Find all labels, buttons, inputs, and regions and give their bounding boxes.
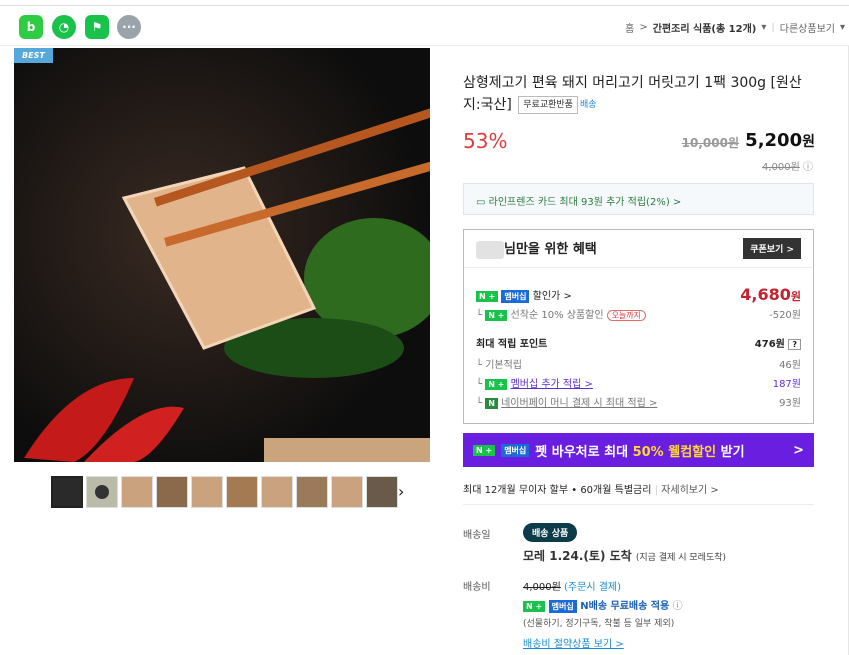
- card-icon: ▭: [476, 197, 489, 208]
- info-icon[interactable]: ⓘ: [803, 162, 813, 173]
- naverpay-icon: N: [485, 398, 498, 409]
- first-come-label: 선착순 10% 상품할인: [510, 310, 604, 321]
- blurred-username: [476, 240, 504, 259]
- delivery-badge: 배송 상품: [523, 523, 578, 542]
- installment-detail-link[interactable]: 자세히보기 >: [661, 485, 719, 496]
- chevron-down-icon[interactable]: ▾: [761, 22, 766, 33]
- n-delivery-badge: 배송: [579, 100, 597, 110]
- free-return-tag: 무료교환반품: [518, 96, 578, 114]
- sale-price-value: 5,200: [745, 130, 803, 151]
- shipping-saving-link[interactable]: 배송비 절약상품 보기 >: [523, 635, 624, 650]
- blog-icon[interactable]: b: [19, 15, 43, 39]
- breadcrumb: 홈 > 간편조리 식품(총 12개) ▾ | 다른상품보기 ▾: [625, 20, 845, 35]
- thumbnail[interactable]: [51, 476, 83, 508]
- sale-label[interactable]: 할인가 >: [533, 291, 572, 302]
- chevron-right-icon: >: [793, 442, 804, 458]
- membership-points-value: 187원: [772, 379, 801, 390]
- sale-price: 5,200원: [745, 130, 815, 151]
- nplus-icon: N +: [523, 601, 546, 612]
- membership-tag: 멤버십: [501, 443, 530, 457]
- first-come-value: -520원: [769, 310, 801, 321]
- help-icon[interactable]: ?: [788, 339, 801, 350]
- naverpay-points-link[interactable]: 네이버페이 머니 결제 시 최대 적립 >: [501, 398, 657, 409]
- membership-tag: 멤버십: [501, 289, 530, 303]
- video-thumbnail[interactable]: [86, 476, 118, 508]
- nplus-icon: N +: [473, 444, 496, 456]
- card-promo-text: 라인프렌즈 카드 최대 93원 추가 적립(2%) >: [488, 197, 682, 208]
- today-pill: 오늘까지: [606, 310, 647, 321]
- product-title: 삼형제고기 편육 돼지 머리고기 머릿고기 1팩 300g [원산지:국산] 무…: [463, 72, 815, 116]
- price-unit: 원: [802, 134, 815, 150]
- product-title-text: 삼형제고기 편육 돼지 머리고기 머릿고기 1팩 300g [원산지:국산]: [463, 75, 802, 113]
- installment-text: 최대 12개월 무이자 할부 • 60개월 특별금리: [463, 485, 652, 496]
- delivery-date-note: (지금 결제 시 모레도착): [635, 553, 727, 563]
- breadcrumb-home[interactable]: 홈: [625, 20, 634, 35]
- best-badge: BEST: [14, 48, 53, 63]
- free-delivery-row: N + 멤버십 N배송 무료배송 적용 ⓘ: [523, 597, 683, 613]
- thumbnail[interactable]: [296, 476, 328, 508]
- points-label: 최대 적립 포인트: [476, 339, 548, 350]
- banner-prefix: 펫 바우처로 최대: [535, 444, 633, 460]
- bookmark-icon[interactable]: ⚑: [85, 15, 109, 39]
- thumbnail[interactable]: [331, 476, 363, 508]
- nplus-icon: N +: [485, 379, 508, 390]
- nplus-icon: N +: [476, 290, 499, 302]
- sub-price: 4,000원 ⓘ: [762, 158, 813, 173]
- membership-tag: 멤버십: [548, 600, 577, 613]
- benefit-box: 님만을 위한 혜택 쿠폰보기 > N + 멤버십 할인가 >4,680원 └ N …: [463, 229, 814, 424]
- thumbnail[interactable]: [156, 476, 188, 508]
- cafe-icon[interactable]: ◔: [52, 15, 76, 39]
- benefit-sale-price: 4,680원: [740, 285, 801, 304]
- installment-info: 최대 12개월 무이자 할부 • 60개월 특별금리 | 자세히보기 >: [463, 485, 719, 496]
- info-icon[interactable]: ⓘ: [673, 601, 683, 612]
- benefit-title-text: 님만을 위한 혜택: [504, 242, 597, 258]
- basic-points-value: 46원: [779, 360, 801, 371]
- thumbnail[interactable]: [261, 476, 293, 508]
- delivery-fee-label: 배송비: [463, 582, 491, 593]
- thumbnail-strip: [51, 476, 398, 508]
- benefit-sale-unit: 원: [790, 290, 801, 303]
- chevron-down-icon[interactable]: ▾: [840, 22, 845, 33]
- top-bar: b ◔ ⚑ ··· 홈 > 간편조리 식품(총 12개) ▾ | 다른상품보기 …: [0, 0, 849, 46]
- original-price: 10,000원: [681, 136, 739, 150]
- delivery-fee: 4,000원 (주문시 결제): [523, 578, 621, 593]
- breadcrumb-separator: >: [639, 22, 648, 33]
- divider: [463, 504, 814, 505]
- basic-points-label: 기본적립: [485, 360, 523, 371]
- delivery-date-text: 모레 1.24.(토) 도착: [523, 549, 632, 563]
- pet-voucher-banner[interactable]: N + 멤버십 펫 바우처로 최대 50% 웰컴할인 받기 >: [463, 433, 814, 467]
- thumbnail[interactable]: [366, 476, 398, 508]
- naverpay-points-value: 93원: [779, 398, 801, 409]
- benefit-title: 님만을 위한 혜택: [476, 238, 597, 259]
- membership-points-link[interactable]: 멤버십 추가 적립 >: [511, 379, 593, 390]
- free-delivery-text: N배송 무료배송 적용: [580, 601, 670, 612]
- delivery-fee-old: 4,000원: [523, 582, 561, 593]
- breadcrumb-category[interactable]: 간편조리 식품(총 12개): [653, 20, 757, 35]
- other-products-link[interactable]: 다른상품보기: [780, 20, 835, 35]
- delivery-exclusions: (선물하기, 정기구독, 착불 등 일부 제외): [523, 619, 675, 629]
- nplus-icon: N +: [485, 310, 508, 321]
- banner-suffix: 받기: [716, 444, 745, 460]
- thumbnail[interactable]: [226, 476, 258, 508]
- benefit-sale-value: 4,680: [740, 285, 791, 304]
- more-icon[interactable]: ···: [117, 15, 141, 39]
- card-promo-banner[interactable]: ▭ 라인프렌즈 카드 최대 93원 추가 적립(2%) >: [463, 183, 814, 215]
- delivery-day-label: 배송일: [463, 530, 491, 541]
- points-value: 476원: [754, 339, 785, 350]
- delivery-fee-note: (주문시 결제): [564, 582, 621, 593]
- delivery-date: 모레 1.24.(토) 도착 (지금 결제 시 모레도착): [523, 547, 726, 564]
- product-main-image[interactable]: BEST: [14, 48, 430, 462]
- banner-highlight: 50% 웰컴할인: [632, 444, 717, 460]
- discount-rate: 53%: [463, 129, 508, 153]
- coupon-button[interactable]: 쿠폰보기 >: [743, 238, 801, 259]
- food-photo: [14, 48, 430, 462]
- chevron-right-icon[interactable]: ›: [398, 482, 404, 501]
- thumbnail[interactable]: [191, 476, 223, 508]
- thumbnail[interactable]: [121, 476, 153, 508]
- sub-price-value: 4,000원: [761, 162, 800, 173]
